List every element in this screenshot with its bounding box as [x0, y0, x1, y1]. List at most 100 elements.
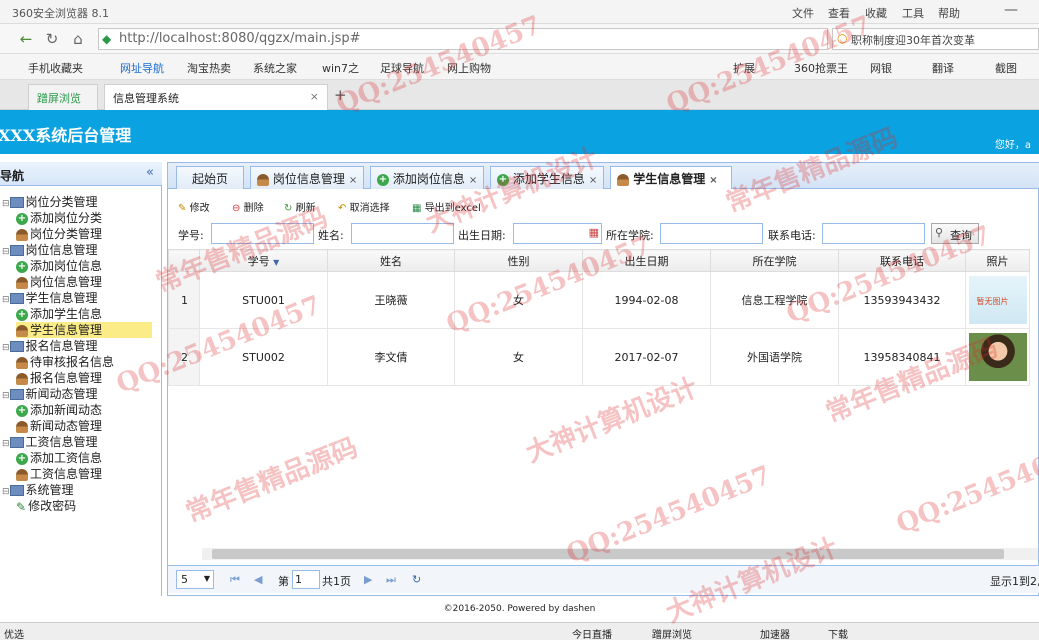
close-icon[interactable]: × [310, 90, 319, 103]
bank-button[interactable]: 网银 [870, 60, 892, 76]
nav-item[interactable]: 岗位分类管理 [16, 226, 152, 242]
nav-item[interactable]: 工资信息管理 [16, 466, 152, 482]
page-size-select[interactable]: 5 ▼ [176, 570, 214, 589]
prev-page-icon[interactable]: ◀ [254, 573, 262, 586]
menu-file[interactable]: 文件 [792, 5, 814, 21]
column-name[interactable]: 姓名 [327, 249, 455, 272]
nav-item[interactable]: 学生信息管理 [16, 322, 152, 338]
delete-button[interactable]: ⊖ 删除 [232, 199, 264, 214]
column-birth[interactable]: 出生日期 [582, 249, 711, 272]
new-tab-icon[interactable]: + [334, 86, 347, 104]
first-page-icon[interactable]: ⏮ [230, 573, 240, 587]
column-sex[interactable]: 性别 [454, 249, 583, 272]
home-icon[interactable]: ⌂ [68, 29, 88, 49]
nav-item[interactable]: + 添加岗位信息 [16, 258, 152, 274]
scrollbar-thumb[interactable] [212, 549, 1004, 559]
tab-home[interactable]: 起始页 [176, 166, 244, 189]
close-icon[interactable]: × [589, 175, 597, 186]
minimize-icon[interactable]: — [1004, 2, 1018, 18]
cancel-selection-button[interactable]: ↶ 取消选择 [338, 199, 390, 214]
tab-add-student[interactable]: + 添加学生信息 × [490, 166, 604, 189]
column-phone[interactable]: 联系电话 [838, 249, 966, 272]
nav-item[interactable]: + 添加学生信息 [16, 306, 152, 322]
edit-button[interactable]: ✎ 修改 [178, 199, 210, 214]
nav-group[interactable]: ⊟ 系统管理 [2, 482, 152, 498]
bookmark-item[interactable]: 足球导航 [380, 60, 424, 76]
url-field[interactable]: ◆ http://localhost:8080/qgzx/main.jsp# [98, 28, 828, 50]
tab-job-info[interactable]: 岗位信息管理 × [250, 166, 364, 189]
status-item[interactable]: 加速器 [760, 626, 790, 640]
column-photo[interactable]: 照片 [965, 249, 1030, 272]
last-page-icon[interactable]: ⏭ [386, 573, 396, 587]
nav-item[interactable]: + 添加新闻动态 [16, 402, 152, 418]
collapse-toggle-icon[interactable]: ⊟ [2, 439, 10, 449]
next-page-icon[interactable]: ▶ [364, 573, 372, 586]
bookmark-item[interactable]: 系统之家 [253, 60, 297, 76]
nav-group[interactable]: ⊟ 报名信息管理 [2, 338, 152, 354]
nav-item[interactable]: 新闻动态管理 [16, 418, 152, 434]
bookmark-item[interactable]: 网址导航 [120, 60, 164, 76]
bookmark-item[interactable]: 淘宝热卖 [187, 60, 231, 76]
calendar-icon[interactable]: ▦ [589, 226, 599, 239]
status-item[interactable]: 下载 [828, 626, 848, 640]
screenshot-button[interactable]: 截图 [995, 60, 1017, 76]
bookmark-item[interactable]: 手机收藏夹 [28, 60, 83, 76]
browser-tab-active[interactable]: 信息管理系统 × [104, 84, 328, 110]
menu-help[interactable]: 帮助 [938, 5, 960, 21]
nav-item[interactable]: + 添加岗位分类 [16, 210, 152, 226]
horizontal-scrollbar[interactable] [202, 548, 1038, 560]
table-row[interactable]: 1 STU001 王晓薇 女 1994-02-08 信息工程学院 1359394… [168, 271, 1030, 329]
nav-item[interactable]: ✎ 修改密码 [16, 498, 152, 514]
table-row[interactable]: 2 STU002 李文倩 女 2017-02-07 外国语学院 13958340… [168, 328, 1030, 386]
bookmark-item[interactable]: 网上购物 [447, 60, 491, 76]
name-input[interactable] [351, 223, 454, 244]
nav-group[interactable]: ⊟ 新闻动态管理 [2, 386, 152, 402]
close-icon[interactable]: × [469, 175, 477, 186]
status-item[interactable]: 优选 [4, 626, 24, 640]
nav-group[interactable]: ⊟ 工资信息管理 [2, 434, 152, 450]
menu-view[interactable]: 查看 [828, 5, 850, 21]
student-id-input[interactable] [211, 223, 314, 244]
collapse-toggle-icon[interactable]: ⊟ [2, 343, 10, 353]
close-icon[interactable]: × [349, 175, 357, 186]
nav-item[interactable]: 报名信息管理 [16, 370, 152, 386]
column-college[interactable]: 所在学院 [710, 249, 839, 272]
nav-group[interactable]: ⊟ 岗位分类管理 [2, 194, 152, 210]
back-icon[interactable]: ← [16, 29, 36, 49]
nav-group[interactable]: ⊟ 岗位信息管理 [2, 242, 152, 258]
bookmark-item[interactable]: win7之 [322, 60, 359, 76]
page-number-input[interactable]: 1 [292, 570, 320, 589]
collapse-toggle-icon[interactable]: ⊟ [2, 487, 10, 497]
collapse-icon[interactable]: « [146, 165, 154, 180]
menu-tools[interactable]: 工具 [902, 5, 924, 21]
phone-input[interactable] [822, 223, 925, 244]
refresh-button[interactable]: ↻ 刷新 [284, 199, 316, 214]
collapse-toggle-icon[interactable]: ⊟ [2, 391, 10, 401]
nav-item[interactable]: 待审核报名信息 [16, 354, 152, 370]
nav-item[interactable]: 岗位信息管理 [16, 274, 152, 290]
tab-add-job[interactable]: + 添加岗位信息 × [370, 166, 484, 189]
close-icon[interactable]: × [709, 175, 717, 186]
reload-icon[interactable]: ↻ [412, 573, 421, 586]
query-button[interactable]: ⚲ 查询 [931, 223, 979, 244]
column-student-id[interactable]: 学号 ▼ [199, 249, 328, 272]
status-item[interactable]: 蹭屏浏览 [652, 626, 692, 640]
nav-item[interactable]: + 添加工资信息 [16, 450, 152, 466]
tab-student-info[interactable]: 学生信息管理 × [610, 166, 732, 189]
export-excel-button[interactable]: ▦ 导出到excel [412, 199, 481, 214]
extensions-button[interactable]: 扩展 [733, 60, 755, 76]
collapse-toggle-icon[interactable]: ⊟ [2, 199, 10, 209]
collapse-toggle-icon[interactable]: ⊟ [2, 295, 10, 305]
ticket-button[interactable]: 360抢票王 [794, 60, 848, 76]
browser-tab[interactable]: 蹭屏浏览 [28, 84, 98, 110]
birth-date-input[interactable]: ▦ [513, 223, 602, 244]
nav-label: 添加工资信息 [30, 451, 103, 465]
search-field[interactable]: ○ 职称制度迎30年首次变革 [832, 28, 1039, 50]
nav-group[interactable]: ⊟ 学生信息管理 [2, 290, 152, 306]
status-item[interactable]: 今日直播 [572, 626, 612, 640]
college-input[interactable] [660, 223, 763, 244]
menu-favorites[interactable]: 收藏 [865, 5, 887, 21]
refresh-icon[interactable]: ↻ [42, 29, 62, 49]
translate-button[interactable]: 翻译 [932, 60, 954, 76]
collapse-toggle-icon[interactable]: ⊟ [2, 247, 10, 257]
